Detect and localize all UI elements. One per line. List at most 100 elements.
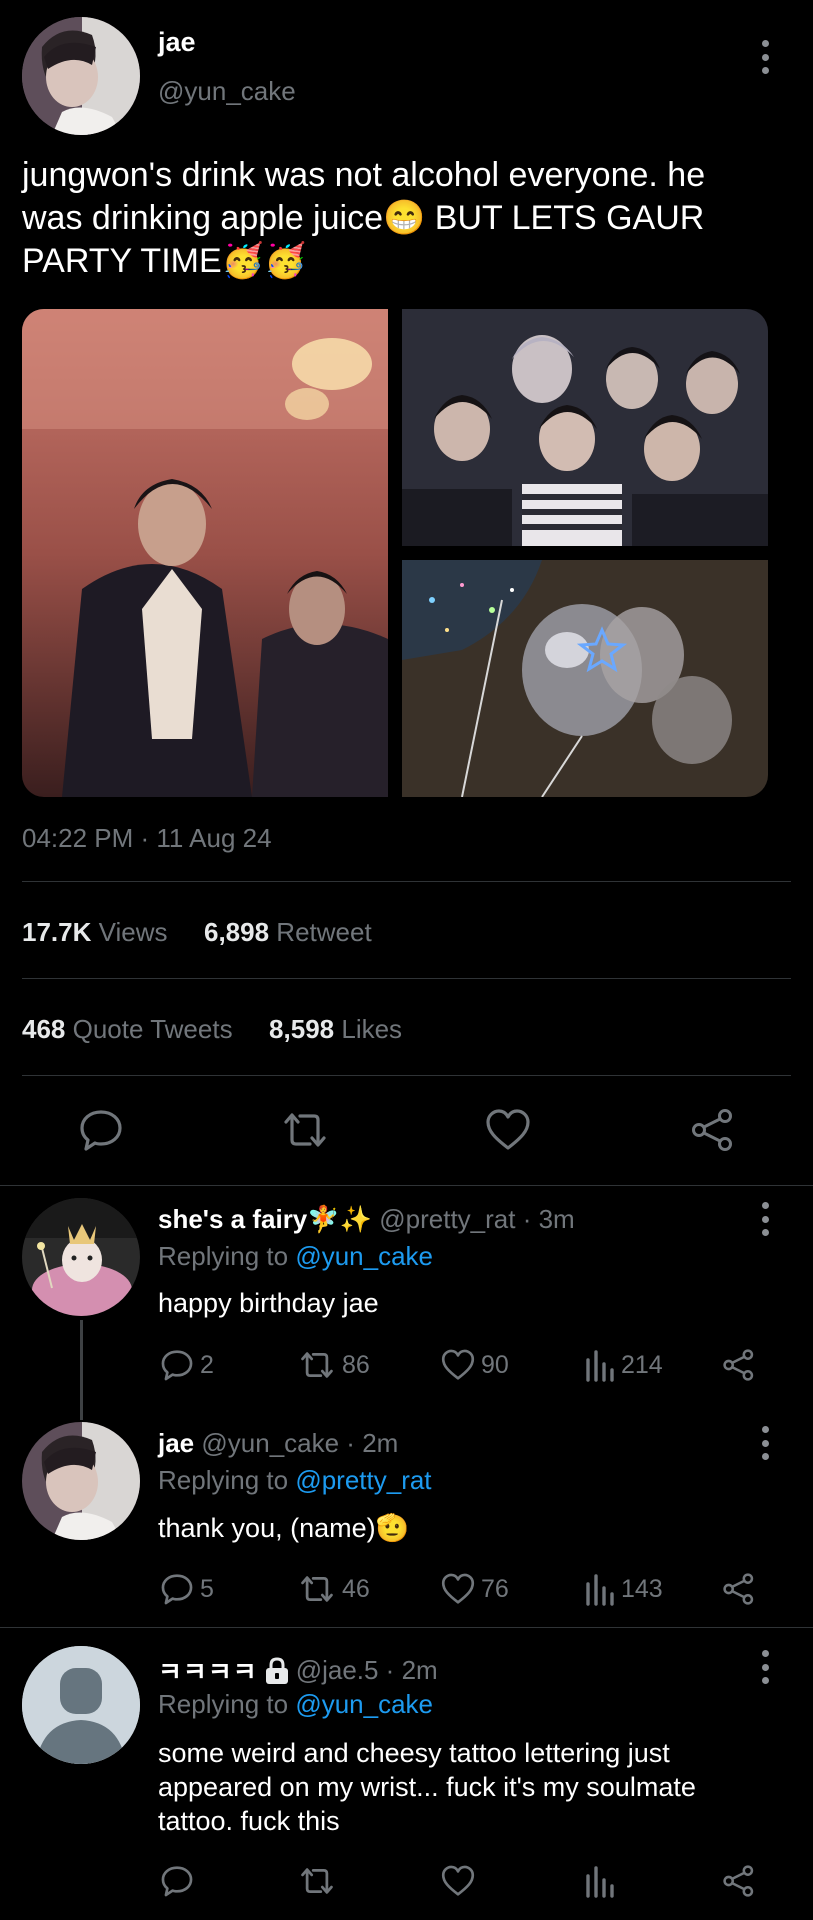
- reply-header: jae @yun_cake · 2m: [158, 1428, 398, 1459]
- author-handle[interactable]: @yun_cake: [158, 76, 296, 107]
- media-image-party[interactable]: [22, 309, 388, 797]
- views-button[interactable]: 143: [585, 1572, 663, 1606]
- reply-count: 2: [200, 1350, 214, 1379]
- tweet-text-segment: was drinking apple juice: [22, 199, 383, 237]
- media-image-group[interactable]: [402, 309, 768, 546]
- retweet-button[interactable]: [298, 1864, 336, 1898]
- views-label: Views: [98, 917, 168, 947]
- divider: [22, 881, 791, 882]
- tweet-timestamp[interactable]: 04:22 PM · 11 Aug 24: [22, 823, 272, 854]
- author-name[interactable]: she's a fairy: [158, 1204, 307, 1234]
- likes-count[interactable]: 8,598: [269, 1014, 334, 1044]
- reply-header: she's a fairy🧚✨ @pretty_rat · 3m: [158, 1204, 575, 1235]
- avatar-photo: [22, 1422, 140, 1540]
- author-name[interactable]: jae: [158, 1428, 194, 1458]
- avatar[interactable]: [22, 1198, 140, 1316]
- quote-label[interactable]: Quote Tweets: [73, 1014, 233, 1044]
- reply-button[interactable]: 5: [160, 1572, 214, 1606]
- avatar[interactable]: [22, 1422, 140, 1540]
- share-icon: [723, 1573, 754, 1605]
- tweet-text-line: PARTY TIME🥳🥳: [22, 240, 802, 283]
- like-button[interactable]: [441, 1864, 475, 1898]
- retweet-icon: [301, 1352, 333, 1378]
- author-name[interactable]: ㅋㅋㅋㅋ: [158, 1652, 258, 1689]
- author-name[interactable]: jae: [158, 27, 196, 58]
- stats-row-quotes-likes: 468 Quote Tweets 8,598 Likes: [22, 1014, 402, 1045]
- reply-text-segment: thank you, (name): [158, 1513, 376, 1543]
- like-button[interactable]: 76: [441, 1572, 509, 1606]
- like-button[interactable]: [485, 1108, 531, 1152]
- reply-button[interactable]: [78, 1108, 124, 1152]
- tweet-text-line: was drinking apple juice😁 BUT LETS GAUR: [22, 197, 802, 240]
- retweet-icon: [284, 1113, 326, 1147]
- avatar[interactable]: [22, 1646, 140, 1764]
- more-options-icon[interactable]: [761, 1650, 769, 1684]
- mention-link[interactable]: @yun_cake: [295, 1241, 433, 1271]
- share-icon: [723, 1349, 754, 1381]
- share-icon: [723, 1865, 754, 1897]
- analytics-icon: [586, 1866, 614, 1898]
- heart-icon: [441, 1865, 475, 1896]
- replying-label: Replying to: [158, 1689, 296, 1719]
- views-count: 214: [621, 1350, 663, 1379]
- stats-row-views-retweets: 17.7K Views 6,898 Retweet: [22, 917, 372, 948]
- tweet-text-segment: PARTY TIME: [22, 242, 222, 280]
- reply-text: some weird and cheesy tattoo lettering j…: [158, 1736, 798, 1838]
- analytics-icon: [586, 1350, 614, 1382]
- reply-text-line: some weird and cheesy tattoo lettering j…: [158, 1738, 670, 1768]
- retweet-label[interactable]: Retweet: [276, 917, 371, 947]
- reply-icon: [161, 1866, 193, 1897]
- retweet-count[interactable]: 6,898: [204, 917, 269, 947]
- share-button[interactable]: [722, 1864, 756, 1898]
- author-handle-time[interactable]: @jae.5 · 2m: [296, 1655, 438, 1686]
- thread-line: [80, 1320, 83, 1420]
- views-button[interactable]: 214: [585, 1348, 663, 1382]
- share-button[interactable]: [690, 1108, 736, 1152]
- views-button[interactable]: [585, 1864, 615, 1898]
- likes-label[interactable]: Likes: [341, 1014, 402, 1044]
- divider: [22, 978, 791, 979]
- reply-count: 5: [200, 1574, 214, 1603]
- media-image-balloons[interactable]: [402, 560, 768, 797]
- reply-header: ㅋㅋㅋㅋ @jae.5 · 2m: [158, 1652, 438, 1689]
- share-button[interactable]: [722, 1572, 756, 1606]
- replying-to: Replying to @yun_cake: [158, 1241, 433, 1272]
- more-options-icon[interactable]: [761, 1202, 769, 1236]
- reply-text: thank you, (name)🫡: [158, 1512, 409, 1544]
- mention-link[interactable]: @pretty_rat: [295, 1465, 431, 1495]
- retweet-button[interactable]: 86: [298, 1348, 370, 1382]
- retweet-button[interactable]: 46: [298, 1572, 370, 1606]
- quote-count[interactable]: 468: [22, 1014, 65, 1044]
- mention-link[interactable]: @yun_cake: [295, 1689, 433, 1719]
- reply-icon: [80, 1110, 122, 1151]
- default-avatar-icon: [22, 1646, 140, 1764]
- heart-icon: [441, 1349, 475, 1380]
- tweet-text: jungwon's drink was not alcohol everyone…: [22, 154, 802, 283]
- avatar-photo: [22, 17, 140, 135]
- heart-icon: [486, 1109, 530, 1150]
- avatar-photo: [22, 1198, 140, 1316]
- reply-icon: [161, 1574, 193, 1605]
- retweet-icon: [301, 1868, 333, 1894]
- tweet-text-segment: BUT LETS GAUR: [425, 199, 705, 237]
- retweet-button[interactable]: [280, 1108, 330, 1152]
- more-options-icon[interactable]: [761, 1426, 769, 1460]
- divider: [0, 1185, 813, 1186]
- fairy-sparkles-emoji: 🧚✨: [307, 1204, 373, 1234]
- tweet-text-line: jungwon's drink was not alcohol everyone…: [22, 156, 706, 194]
- retweet-icon: [301, 1576, 333, 1602]
- avatar[interactable]: [22, 17, 140, 135]
- reply-icon: [161, 1350, 193, 1381]
- retweet-count: 46: [342, 1574, 370, 1603]
- more-options-icon[interactable]: [761, 40, 769, 74]
- reply-button[interactable]: [160, 1864, 194, 1898]
- replying-to: Replying to @yun_cake: [158, 1689, 433, 1720]
- author-handle-time[interactable]: @yun_cake · 2m: [201, 1428, 398, 1458]
- reply-text: happy birthday jae: [158, 1288, 379, 1318]
- reply-text-line: tattoo. fuck this: [158, 1806, 340, 1836]
- reply-text-line: appeared on my wrist... fuck it's my sou…: [158, 1772, 696, 1802]
- like-button[interactable]: 90: [441, 1348, 509, 1382]
- share-button[interactable]: [722, 1348, 756, 1382]
- reply-button[interactable]: 2: [160, 1348, 214, 1382]
- author-handle-time[interactable]: @pretty_rat · 3m: [379, 1204, 574, 1234]
